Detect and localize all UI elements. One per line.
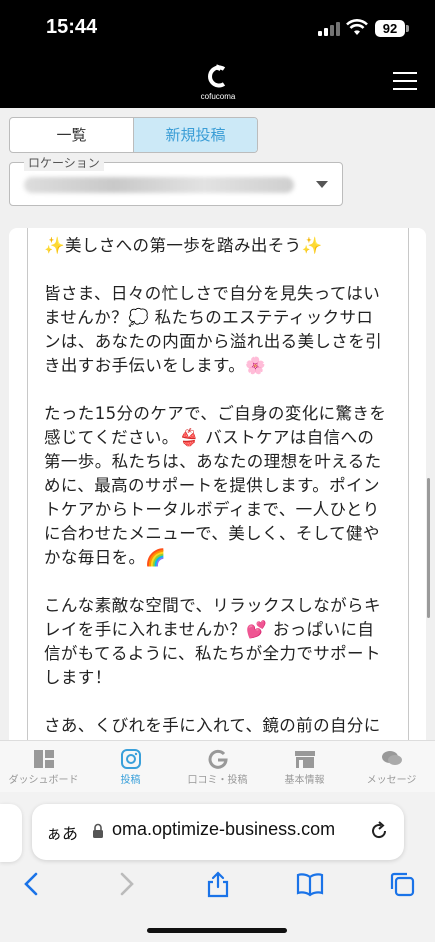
back-icon[interactable] [18,870,46,898]
share-icon[interactable] [204,870,232,898]
wifi-icon [346,19,368,35]
nav-label-dashboard: ダッシュボード [8,775,79,786]
google-icon [208,749,228,769]
bookmarks-icon[interactable] [296,870,324,898]
nav-item-reviews[interactable]: 口コミ・投稿 [174,741,261,792]
nav-item-post[interactable]: 投稿 [87,741,174,792]
nav-label-basic-info: 基本情報 [284,775,325,786]
app-header: cofucoma [0,58,435,108]
status-time: 15:44 [46,16,98,38]
cellular-signal-icon [318,22,340,36]
page-settings-button[interactable]: ぁあ [46,820,78,844]
nav-item-dashboard[interactable]: ダッシュボード [0,741,87,792]
previous-tab-preview[interactable] [0,804,22,862]
instagram-icon [120,749,141,769]
store-icon [294,751,315,768]
post-card: ✨美しさへの第一歩を踏み出そう✨ 皆さま、日々の忙しさで自分を見失ってはいません… [9,228,430,740]
location-select[interactable]: ロケーション [9,154,343,206]
main-content: 一覧 新規投稿 ロケーション ✨美しさへの第一歩を踏み出そう✨ 皆さま、日々の忙… [0,108,435,740]
lock-icon [93,823,103,838]
tabs-icon[interactable] [388,870,416,898]
battery-icon: 92 [375,20,405,37]
battery-tip [406,25,409,32]
location-label: ロケーション [24,154,104,171]
post-text: ✨美しさへの第一歩を踏み出そう✨ 皆さま、日々の忙しさで自分を見失ってはいません… [44,236,387,735]
status-bar: 15:44 92 [0,0,435,58]
scrollbar[interactable] [427,478,430,618]
logo[interactable]: cofucoma [198,62,238,106]
dashboard-icon [33,750,54,768]
url-text: oma.optimize-business.com [112,819,336,839]
tab-new-post[interactable]: 新規投稿 [133,118,257,152]
location-value-blurred [24,177,294,193]
nav-label-post: 投稿 [120,775,141,786]
nav-item-messages[interactable]: メッセージ [348,741,435,792]
nav-label-reviews: 口コミ・投稿 [187,775,248,786]
post-textarea[interactable]: ✨美しさへの第一歩を踏み出そう✨ 皆さま、日々の忙しさで自分を見失ってはいません… [27,228,409,740]
nav-item-basic-info[interactable]: 基本情報 [261,741,348,792]
reload-icon[interactable] [368,820,390,842]
bottom-nav: ダッシュボード 投稿 口コミ・投稿 基本情報 メッセージ [0,740,435,792]
browser-bar: ぁあ oma.optimize-business.com [0,792,435,942]
forward-icon[interactable] [112,870,140,898]
tab-list[interactable]: 一覧 [10,118,133,152]
cofucoma-logo-icon [208,64,226,88]
logo-wordmark: cofucoma [200,92,236,101]
home-indicator [147,928,287,933]
chat-icon [381,751,402,765]
tab-group: 一覧 新規投稿 [9,117,258,153]
chevron-down-icon [316,181,328,188]
nav-label-messages: メッセージ [366,775,417,786]
address-bar[interactable]: ぁあ oma.optimize-business.com [32,804,404,860]
menu-button[interactable] [393,72,417,90]
